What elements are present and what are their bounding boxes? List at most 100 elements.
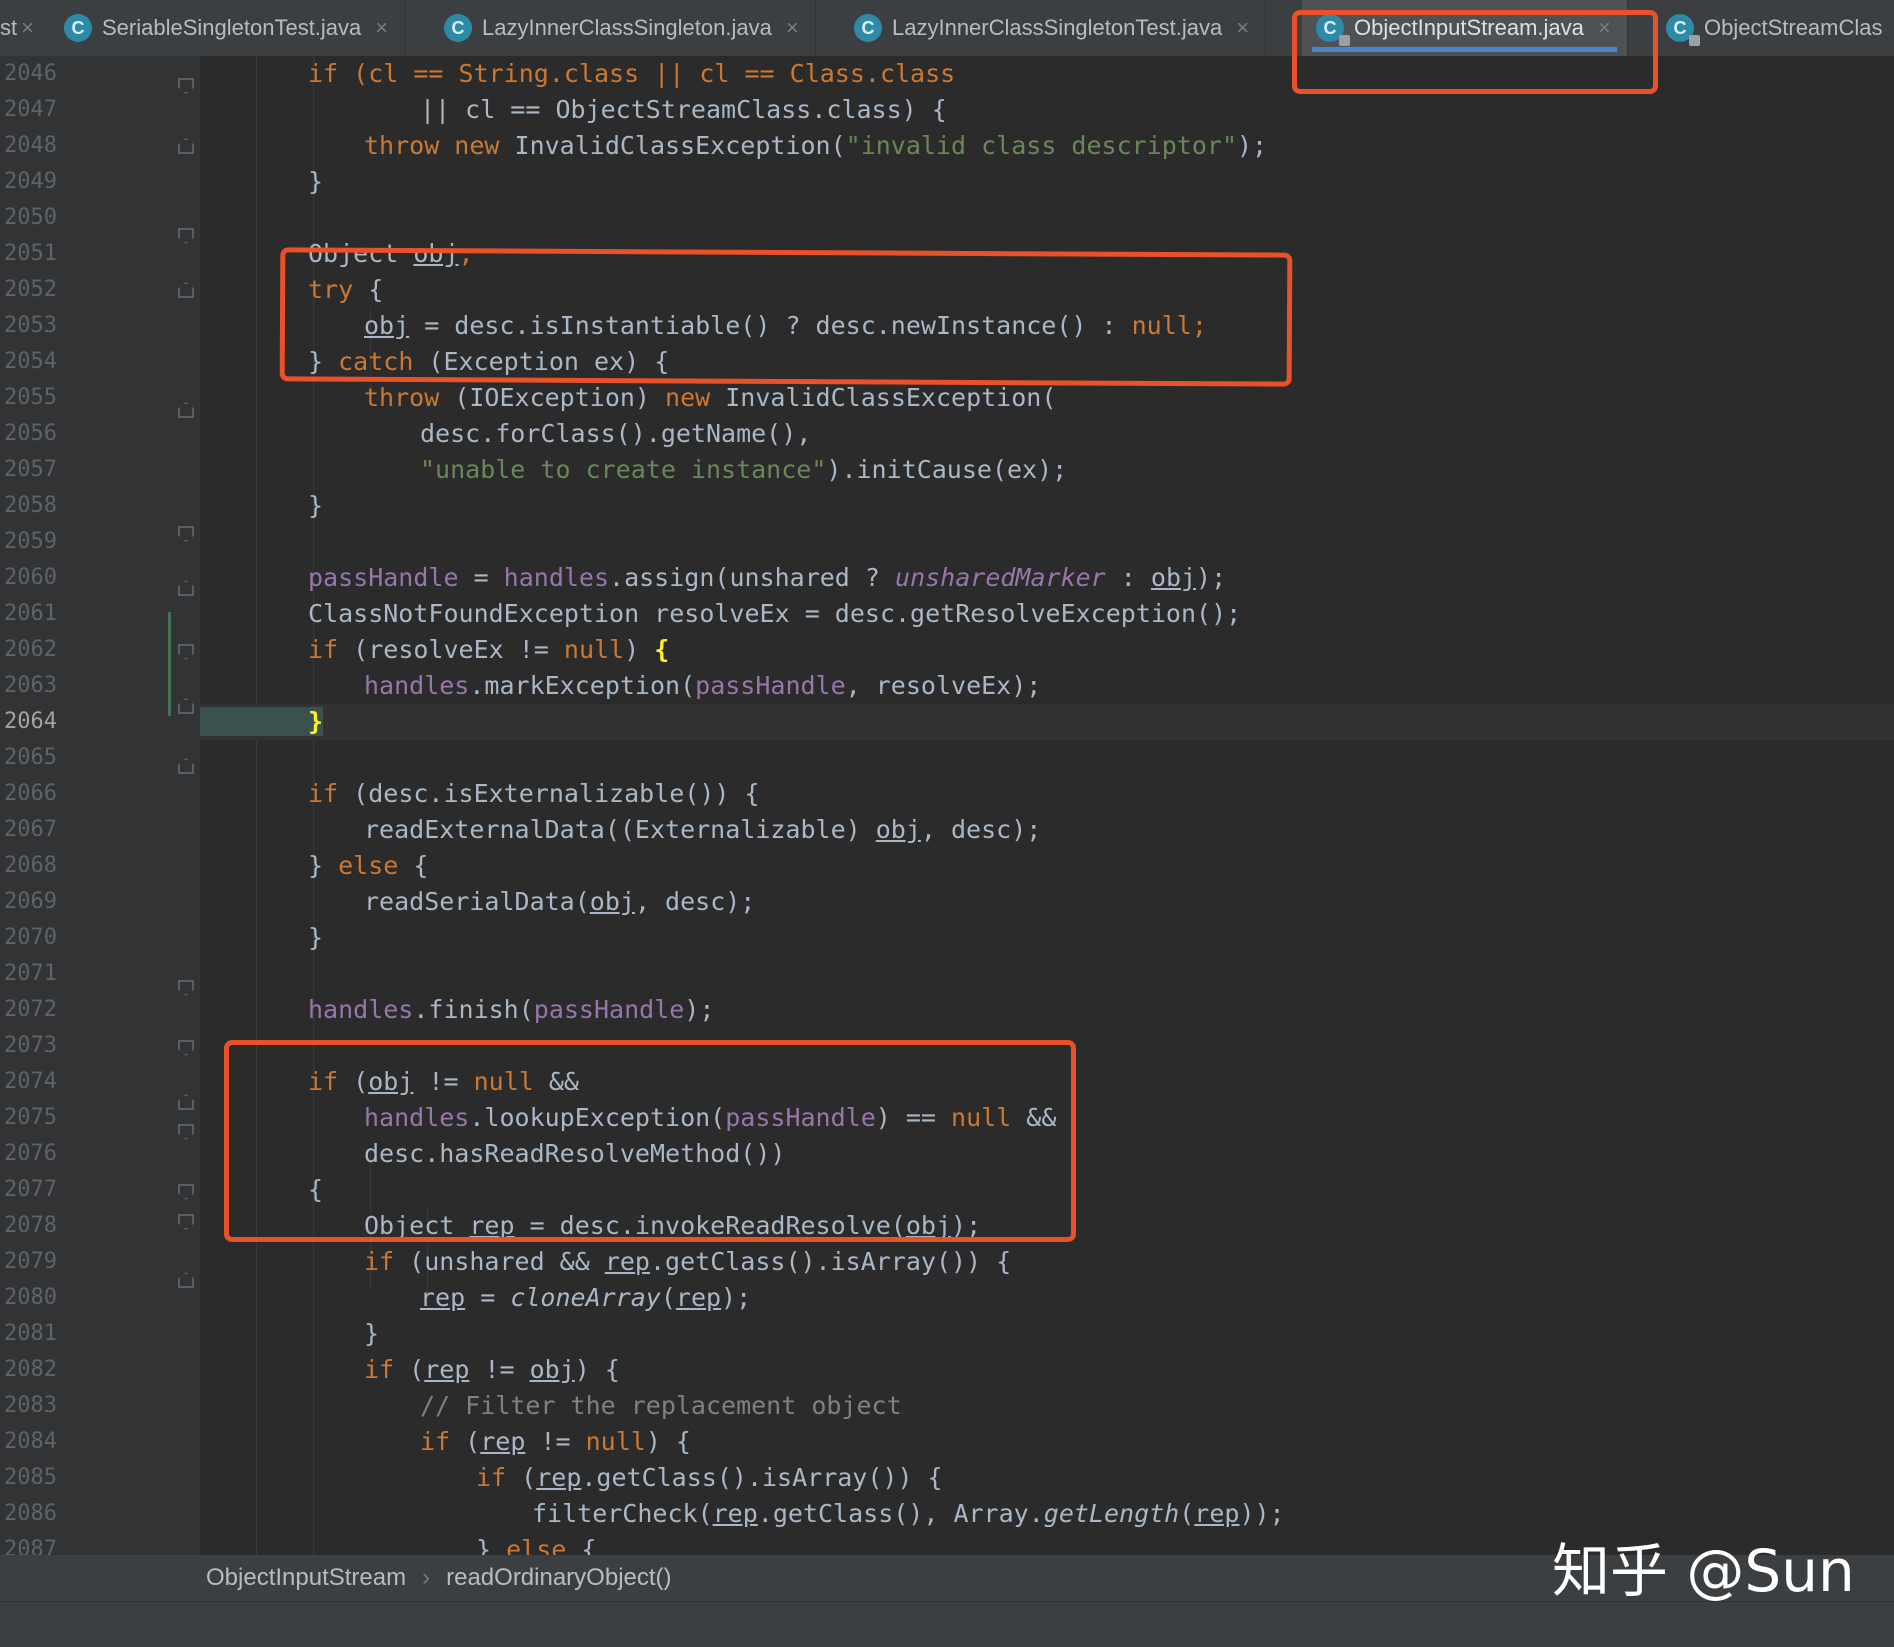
line-number[interactable]: 2065 xyxy=(4,740,64,776)
fold-marker-icon[interactable] xyxy=(178,1094,194,1110)
fold-marker-icon[interactable] xyxy=(178,580,194,596)
close-icon[interactable]: × xyxy=(1236,15,1249,41)
line-number[interactable]: 2069 xyxy=(4,884,64,920)
tab-lazy-inner-class-singleton[interactable]: C LazyInnerClassSingleton.java × xyxy=(430,0,816,56)
line-number[interactable]: 2070 xyxy=(4,920,64,956)
line-number[interactable]: 2058 xyxy=(4,488,64,524)
code-line: } xyxy=(308,491,324,520)
line-number[interactable]: 2080 xyxy=(4,1280,64,1316)
tab-label: LazyInnerClassSingletonTest.java xyxy=(892,15,1223,40)
line-number[interactable]: 2063 xyxy=(4,668,64,704)
line-number-gutter[interactable]: 2046 2047 2048 2049 2050 2051 2052 2053 2054 2055… xyxy=(0,56,200,1562)
fold-marker-icon[interactable] xyxy=(178,644,194,660)
tab-partial-left-label: st xyxy=(0,15,18,40)
line-number[interactable]: 2085 xyxy=(4,1460,64,1496)
line-number[interactable]: 2051 xyxy=(4,236,64,272)
line-number[interactable]: 2057 xyxy=(4,452,64,488)
line-number[interactable]: 2062 xyxy=(4,632,64,668)
line-number[interactable]: 2079 xyxy=(4,1244,64,1280)
line-number[interactable]: 2074 xyxy=(4,1064,64,1100)
highlight-box-try-block xyxy=(279,247,1293,387)
fold-marker-icon[interactable] xyxy=(178,1272,194,1288)
line-number[interactable]: 2081 xyxy=(4,1316,64,1352)
line-number[interactable]: 2053 xyxy=(4,308,64,344)
breadcrumb-separator: › xyxy=(422,1564,431,1591)
line-number[interactable]: 2078 xyxy=(4,1208,64,1244)
code-line: "unable to create instance").initCause(e… xyxy=(420,455,1068,484)
fold-marker-icon[interactable] xyxy=(178,78,194,94)
fold-marker-icon[interactable] xyxy=(178,1040,194,1056)
line-number[interactable]: 2072 xyxy=(4,992,64,1028)
tab-lazy-inner-class-singleton-test[interactable]: C LazyInnerClassSingletonTest.java × xyxy=(840,0,1267,56)
code-line: throw new InvalidClassException("invalid… xyxy=(364,131,1268,160)
code-line: } xyxy=(308,167,324,196)
line-number[interactable]: 2077 xyxy=(4,1172,64,1208)
java-class-icon: C xyxy=(64,14,92,42)
vcs-change-marker[interactable] xyxy=(168,612,171,716)
code-line: ClassNotFoundException resolveEx = desc.… xyxy=(308,599,1242,628)
fold-marker-icon[interactable] xyxy=(178,402,194,418)
line-number[interactable]: 2046 xyxy=(4,56,64,92)
line-number[interactable]: 2054 xyxy=(4,344,64,380)
close-icon[interactable]: × xyxy=(375,15,388,41)
line-number[interactable]: 2059 xyxy=(4,524,64,560)
line-number[interactable]: 2050 xyxy=(4,200,64,236)
line-number[interactable]: 2073 xyxy=(4,1028,64,1064)
code-line: passHandle = handles.assign(unshared ? u… xyxy=(308,563,1227,592)
fold-marker-icon[interactable] xyxy=(178,1184,194,1200)
watermark: 知乎 @Sun xyxy=(1552,1537,1855,1605)
code-line: readExternalData((Externalizable) obj, d… xyxy=(364,815,1042,844)
line-number[interactable]: 2076 xyxy=(4,1136,64,1172)
code-line: } xyxy=(364,1319,380,1348)
line-number[interactable]: 2052 xyxy=(4,272,64,308)
highlight-box-read-resolve xyxy=(224,1040,1076,1242)
code-line: if (rep != obj) { xyxy=(364,1355,620,1384)
fold-marker-icon[interactable] xyxy=(178,228,194,244)
code-line: } xyxy=(308,923,324,952)
code-line: if (rep != null) { xyxy=(420,1427,691,1456)
breadcrumb-class[interactable]: ObjectInputStream xyxy=(206,1564,406,1592)
fold-marker-icon[interactable] xyxy=(178,526,194,542)
line-number[interactable]: 2049 xyxy=(4,164,64,200)
tab-partial-left[interactable]: st × xyxy=(0,0,40,56)
line-number[interactable]: 2047 xyxy=(4,92,64,128)
code-line: desc.forClass().getName(), xyxy=(420,419,812,448)
line-number[interactable]: 2061 xyxy=(4,596,64,632)
line-number[interactable]: 2055 xyxy=(4,380,64,416)
line-number[interactable]: 2048 xyxy=(4,128,64,164)
code-line: } else { xyxy=(308,851,429,880)
close-icon[interactable]: × xyxy=(786,15,799,41)
tab-seriable-singleton-test[interactable]: C SeriableSingletonTest.java × xyxy=(50,0,406,56)
line-number[interactable]: 2083 xyxy=(4,1388,64,1424)
code-line: throw (IOException) new InvalidClassExce… xyxy=(364,383,1057,412)
breadcrumb-method[interactable]: readOrdinaryObject() xyxy=(446,1564,671,1592)
line-number[interactable]: 2075 xyxy=(4,1100,64,1136)
fold-marker-icon[interactable] xyxy=(178,138,194,154)
close-icon[interactable]: × xyxy=(21,15,34,41)
fold-marker-icon[interactable] xyxy=(178,758,194,774)
line-number[interactable]: 2086 xyxy=(4,1496,64,1532)
code-line: if (resolveEx != null) { xyxy=(308,635,670,664)
line-number[interactable]: 2064 xyxy=(4,704,64,740)
line-number[interactable]: 2082 xyxy=(4,1352,64,1388)
line-number[interactable]: 2068 xyxy=(4,848,64,884)
code-line: handles.markException(passHandle, resolv… xyxy=(364,671,1042,700)
fold-marker-icon[interactable] xyxy=(178,1124,194,1140)
line-number[interactable]: 2066 xyxy=(4,776,64,812)
line-number[interactable]: 2067 xyxy=(4,812,64,848)
line-number[interactable]: 2084 xyxy=(4,1424,64,1460)
line-number[interactable]: 2056 xyxy=(4,416,64,452)
tab-object-stream-class[interactable]: C ObjectStreamClas xyxy=(1652,0,1883,56)
java-class-icon: C xyxy=(444,14,472,42)
code-line: if (rep.getClass().isArray()) { xyxy=(476,1463,943,1492)
line-number[interactable]: 2060 xyxy=(4,560,64,596)
fold-marker-icon[interactable] xyxy=(178,698,194,714)
line-number[interactable]: 2071 xyxy=(4,956,64,992)
fold-marker-icon[interactable] xyxy=(178,980,194,996)
fold-marker-icon[interactable] xyxy=(178,282,194,298)
fold-marker-icon[interactable] xyxy=(178,1214,194,1230)
